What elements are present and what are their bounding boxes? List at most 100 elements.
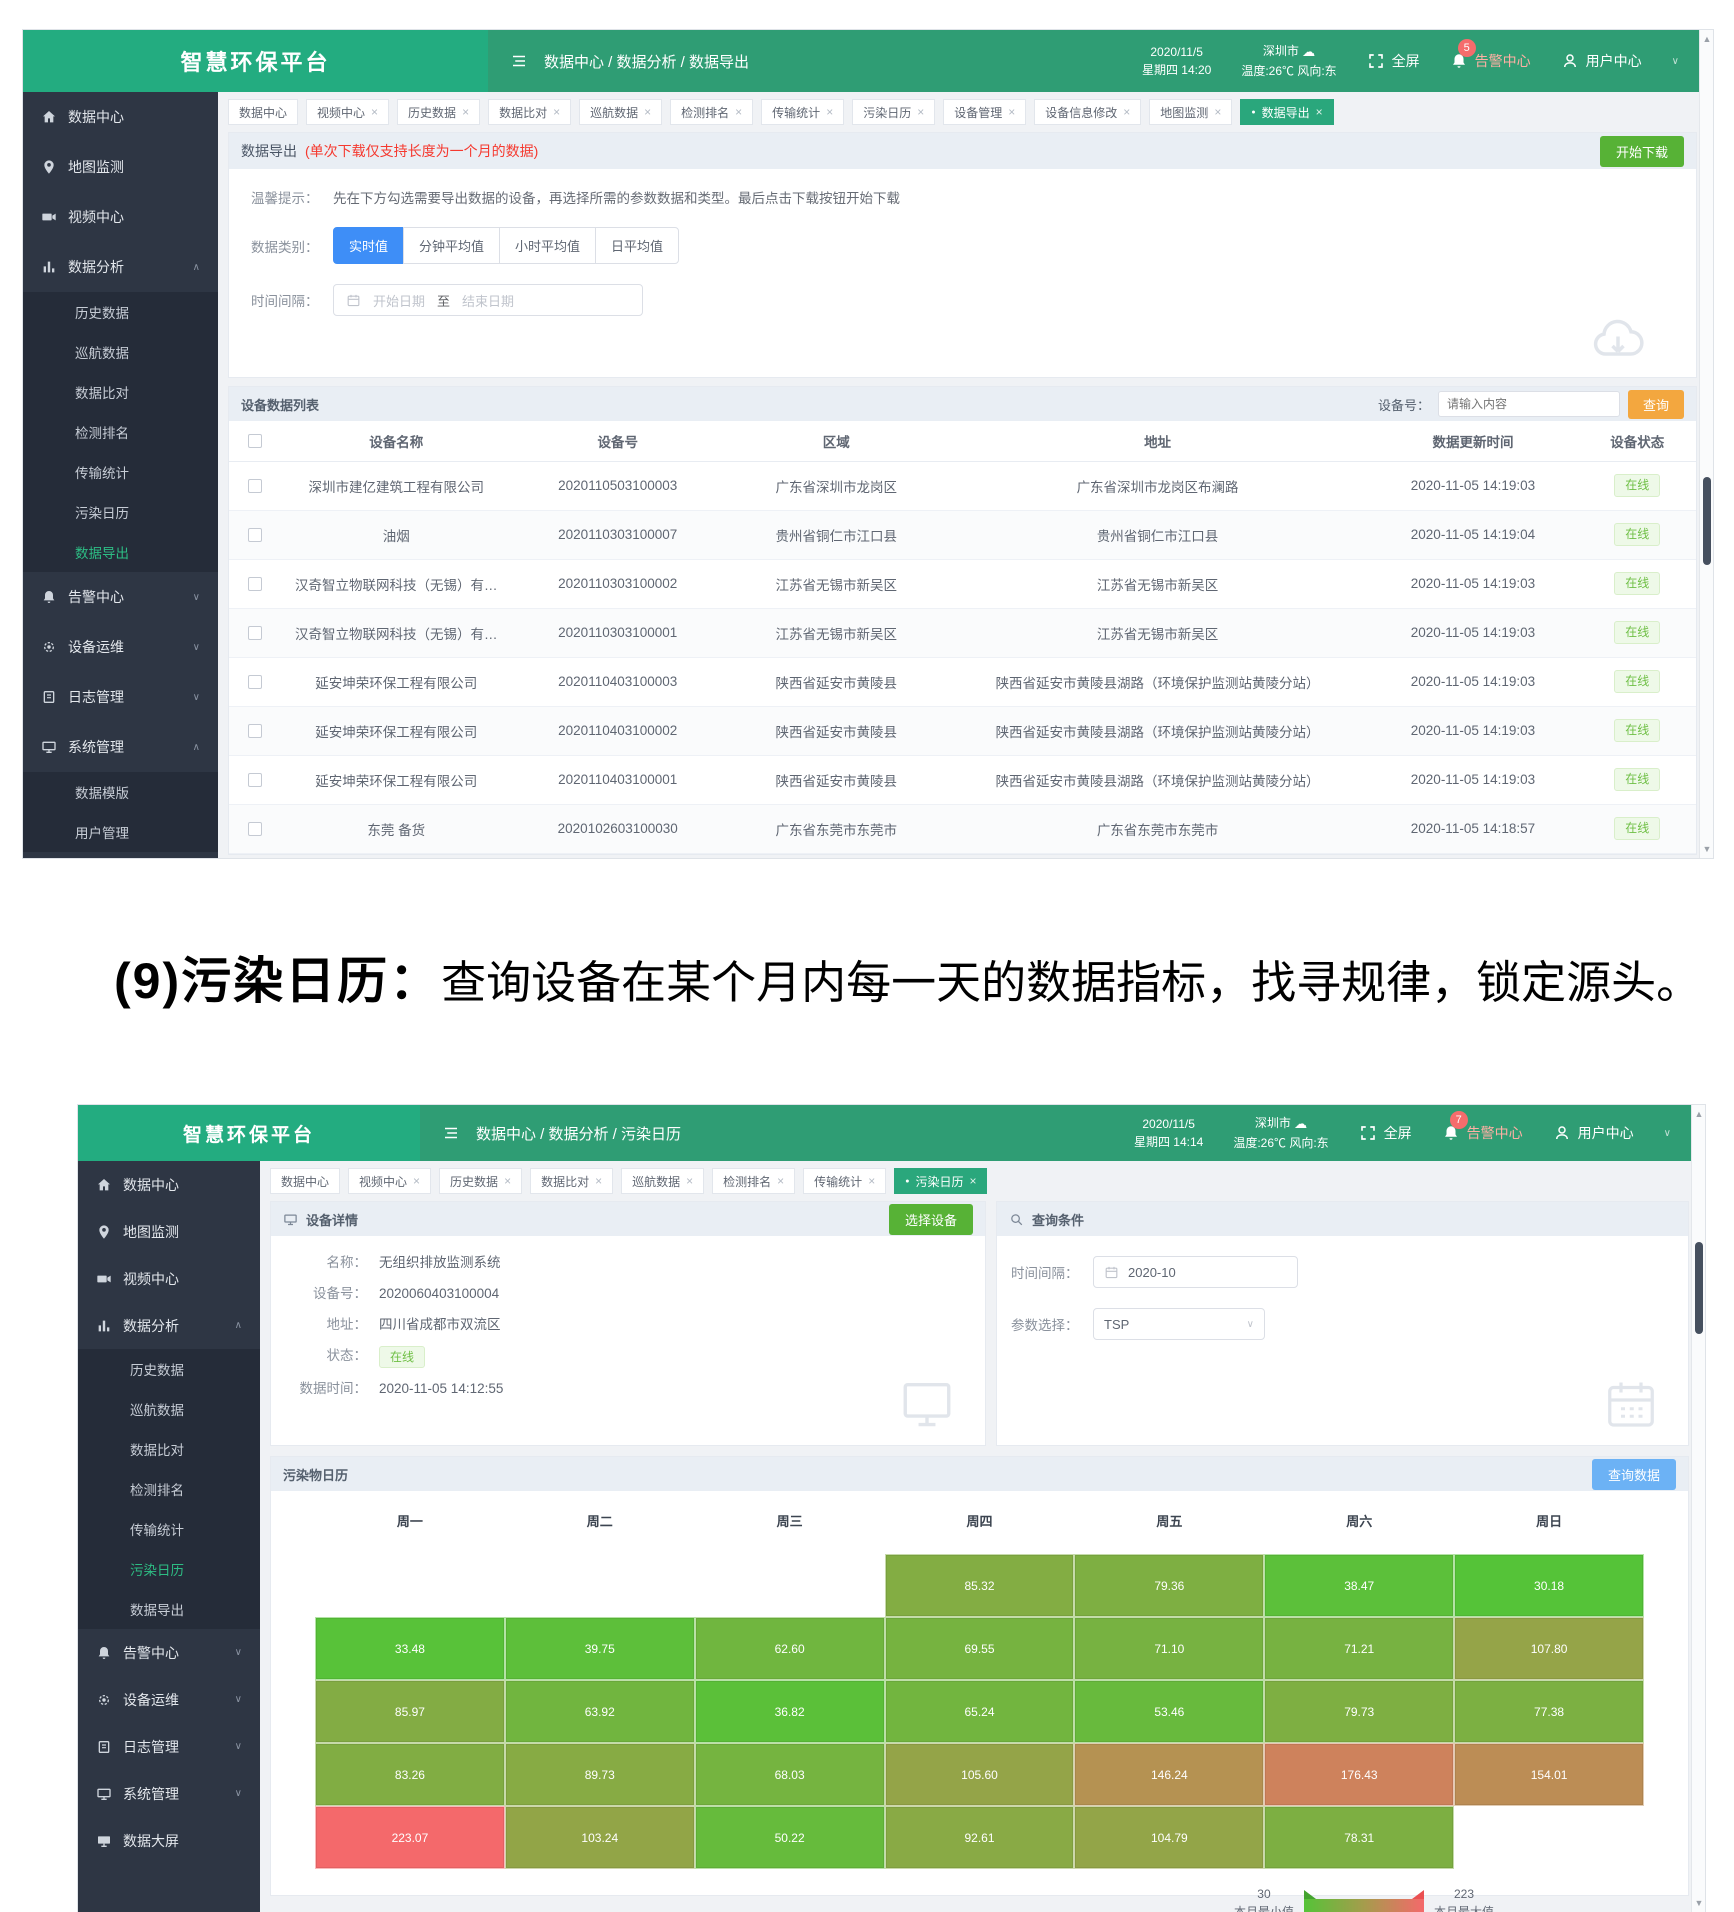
menu-icon[interactable] — [510, 52, 528, 70]
row-checkbox[interactable] — [248, 724, 262, 738]
row-checkbox[interactable] — [248, 577, 262, 591]
scroll-up-arrow[interactable]: ▲ — [1692, 1107, 1705, 1121]
sidebar-item[interactable]: 数据导出 — [78, 1589, 260, 1629]
start-download-button[interactable]: 开始下载 — [1600, 136, 1684, 167]
sidebar-item[interactable]: 设备运维∨ — [23, 622, 218, 672]
tab[interactable]: 数据中心 — [228, 99, 298, 125]
tab[interactable]: 数据比对× — [488, 99, 571, 125]
row-checkbox[interactable] — [248, 773, 262, 787]
tab[interactable]: 历史数据× — [397, 99, 480, 125]
close-icon[interactable]: × — [644, 105, 651, 119]
tab[interactable]: 数据中心 — [270, 1168, 340, 1194]
vertical-scrollbar[interactable]: ▲ ▼ — [1699, 30, 1713, 858]
tab[interactable]: 设备管理× — [943, 99, 1026, 125]
sidebar-item[interactable]: 设备运维∨ — [78, 1676, 260, 1723]
select-all-checkbox[interactable] — [248, 434, 262, 448]
close-icon[interactable]: × — [735, 105, 742, 119]
tab[interactable]: 检测排名× — [712, 1168, 795, 1194]
sidebar-item[interactable]: 地图监测 — [78, 1208, 260, 1255]
tab[interactable]: 数据比对× — [530, 1168, 613, 1194]
sidebar-item[interactable]: 检测排名 — [78, 1469, 260, 1509]
close-icon[interactable]: × — [504, 1174, 511, 1188]
close-icon[interactable]: × — [686, 1174, 693, 1188]
sidebar-item[interactable]: 数据模版 — [23, 772, 218, 812]
data-category-button[interactable]: 实时值 — [333, 227, 404, 264]
tab[interactable]: 污染日历× — [852, 99, 935, 125]
sidebar-item[interactable]: 数据中心 — [78, 1161, 260, 1208]
tab[interactable]: 历史数据× — [439, 1168, 522, 1194]
sidebar-item[interactable]: 检测排名 — [23, 412, 218, 452]
tab[interactable]: 视频中心× — [306, 99, 389, 125]
data-category-button[interactable]: 日平均值 — [595, 227, 679, 264]
month-input[interactable]: 2020-10 — [1093, 1256, 1298, 1288]
close-icon[interactable]: × — [1316, 105, 1323, 119]
close-icon[interactable]: × — [969, 1174, 976, 1188]
tab[interactable]: 巡航数据× — [621, 1168, 704, 1194]
tab[interactable]: 巡航数据× — [579, 99, 662, 125]
sidebar-item[interactable]: 数据大屏 — [78, 1817, 260, 1864]
tab[interactable]: 传输统计× — [761, 99, 844, 125]
row-checkbox[interactable] — [248, 675, 262, 689]
vertical-scrollbar[interactable]: ▲ ▼ — [1691, 1105, 1705, 1912]
close-icon[interactable]: × — [595, 1174, 602, 1188]
user-center-button[interactable]: 用户中心 — [1553, 1123, 1634, 1143]
close-icon[interactable]: × — [1214, 105, 1221, 119]
sidebar-item[interactable]: 巡航数据 — [23, 332, 218, 372]
close-icon[interactable]: × — [553, 105, 560, 119]
close-icon[interactable]: × — [1008, 105, 1015, 119]
sidebar-item[interactable]: 污染日历 — [78, 1549, 260, 1589]
tab[interactable]: ●数据导出× — [1240, 99, 1333, 125]
scrollbar-thumb[interactable] — [1695, 1242, 1703, 1334]
fullscreen-button[interactable]: 全屏 — [1367, 51, 1420, 71]
tab[interactable]: 检测排名× — [670, 99, 753, 125]
sidebar-item[interactable]: 数据中心 — [23, 92, 218, 142]
sidebar-item[interactable]: 历史数据 — [78, 1349, 260, 1389]
close-icon[interactable]: × — [826, 105, 833, 119]
sidebar-item[interactable]: 数据分析∧ — [78, 1302, 260, 1349]
close-icon[interactable]: × — [777, 1174, 784, 1188]
sidebar-item[interactable]: 传输统计 — [23, 452, 218, 492]
query-data-button[interactable]: 查询数据 — [1592, 1459, 1676, 1490]
sidebar-item[interactable]: 地图监测 — [23, 142, 218, 192]
row-checkbox[interactable] — [248, 479, 262, 493]
sidebar-item[interactable]: 系统管理∨ — [78, 1770, 260, 1817]
sidebar-item[interactable]: 日志管理∨ — [23, 672, 218, 722]
sidebar-item[interactable]: 用户管理 — [23, 812, 218, 852]
tab[interactable]: 地图监测× — [1149, 99, 1232, 125]
device-no-input[interactable] — [1438, 391, 1620, 417]
sidebar-item[interactable]: 系统管理∧ — [23, 722, 218, 772]
row-checkbox[interactable] — [248, 626, 262, 640]
close-icon[interactable]: × — [1123, 105, 1130, 119]
close-icon[interactable]: × — [371, 105, 378, 119]
alarm-center-button[interactable]: 7 告警中心 — [1442, 1123, 1523, 1143]
tab[interactable]: 视频中心× — [348, 1168, 431, 1194]
alarm-center-button[interactable]: 5 告警中心 — [1450, 51, 1531, 71]
sidebar-item[interactable]: 数据比对 — [23, 372, 218, 412]
sidebar-item[interactable]: 视频中心 — [23, 192, 218, 242]
sidebar-item[interactable]: 数据分析∧ — [23, 242, 218, 292]
scroll-up-arrow[interactable]: ▲ — [1700, 32, 1713, 46]
sidebar-item[interactable]: 数据比对 — [78, 1429, 260, 1469]
data-category-button[interactable]: 小时平均值 — [499, 227, 596, 264]
sidebar-item[interactable]: 历史数据 — [23, 292, 218, 332]
row-checkbox[interactable] — [248, 822, 262, 836]
param-select[interactable]: TSP ∨ — [1093, 1308, 1265, 1340]
row-checkbox[interactable] — [248, 528, 262, 542]
sidebar-item[interactable]: 污染日历 — [23, 492, 218, 532]
sidebar-item[interactable]: 巡航数据 — [78, 1389, 260, 1429]
tab[interactable]: 设备信息修改× — [1034, 99, 1141, 125]
scroll-down-arrow[interactable]: ▼ — [1700, 842, 1713, 856]
tab[interactable]: ●污染日历× — [894, 1168, 987, 1194]
date-range-input[interactable]: 开始日期 至 结束日期 — [333, 284, 643, 316]
close-icon[interactable]: × — [462, 105, 469, 119]
search-button[interactable]: 查询 — [1628, 390, 1684, 419]
sidebar-item[interactable]: 日志管理∨ — [78, 1723, 260, 1770]
sidebar-item[interactable]: 视频中心 — [78, 1255, 260, 1302]
sidebar-item[interactable]: 告警中心∨ — [23, 572, 218, 622]
fullscreen-button[interactable]: 全屏 — [1359, 1123, 1412, 1143]
close-icon[interactable]: × — [413, 1174, 420, 1188]
scrollbar-thumb[interactable] — [1703, 477, 1711, 565]
user-center-button[interactable]: 用户中心 — [1561, 51, 1642, 71]
data-category-button[interactable]: 分钟平均值 — [403, 227, 500, 264]
menu-icon[interactable] — [442, 1124, 460, 1142]
